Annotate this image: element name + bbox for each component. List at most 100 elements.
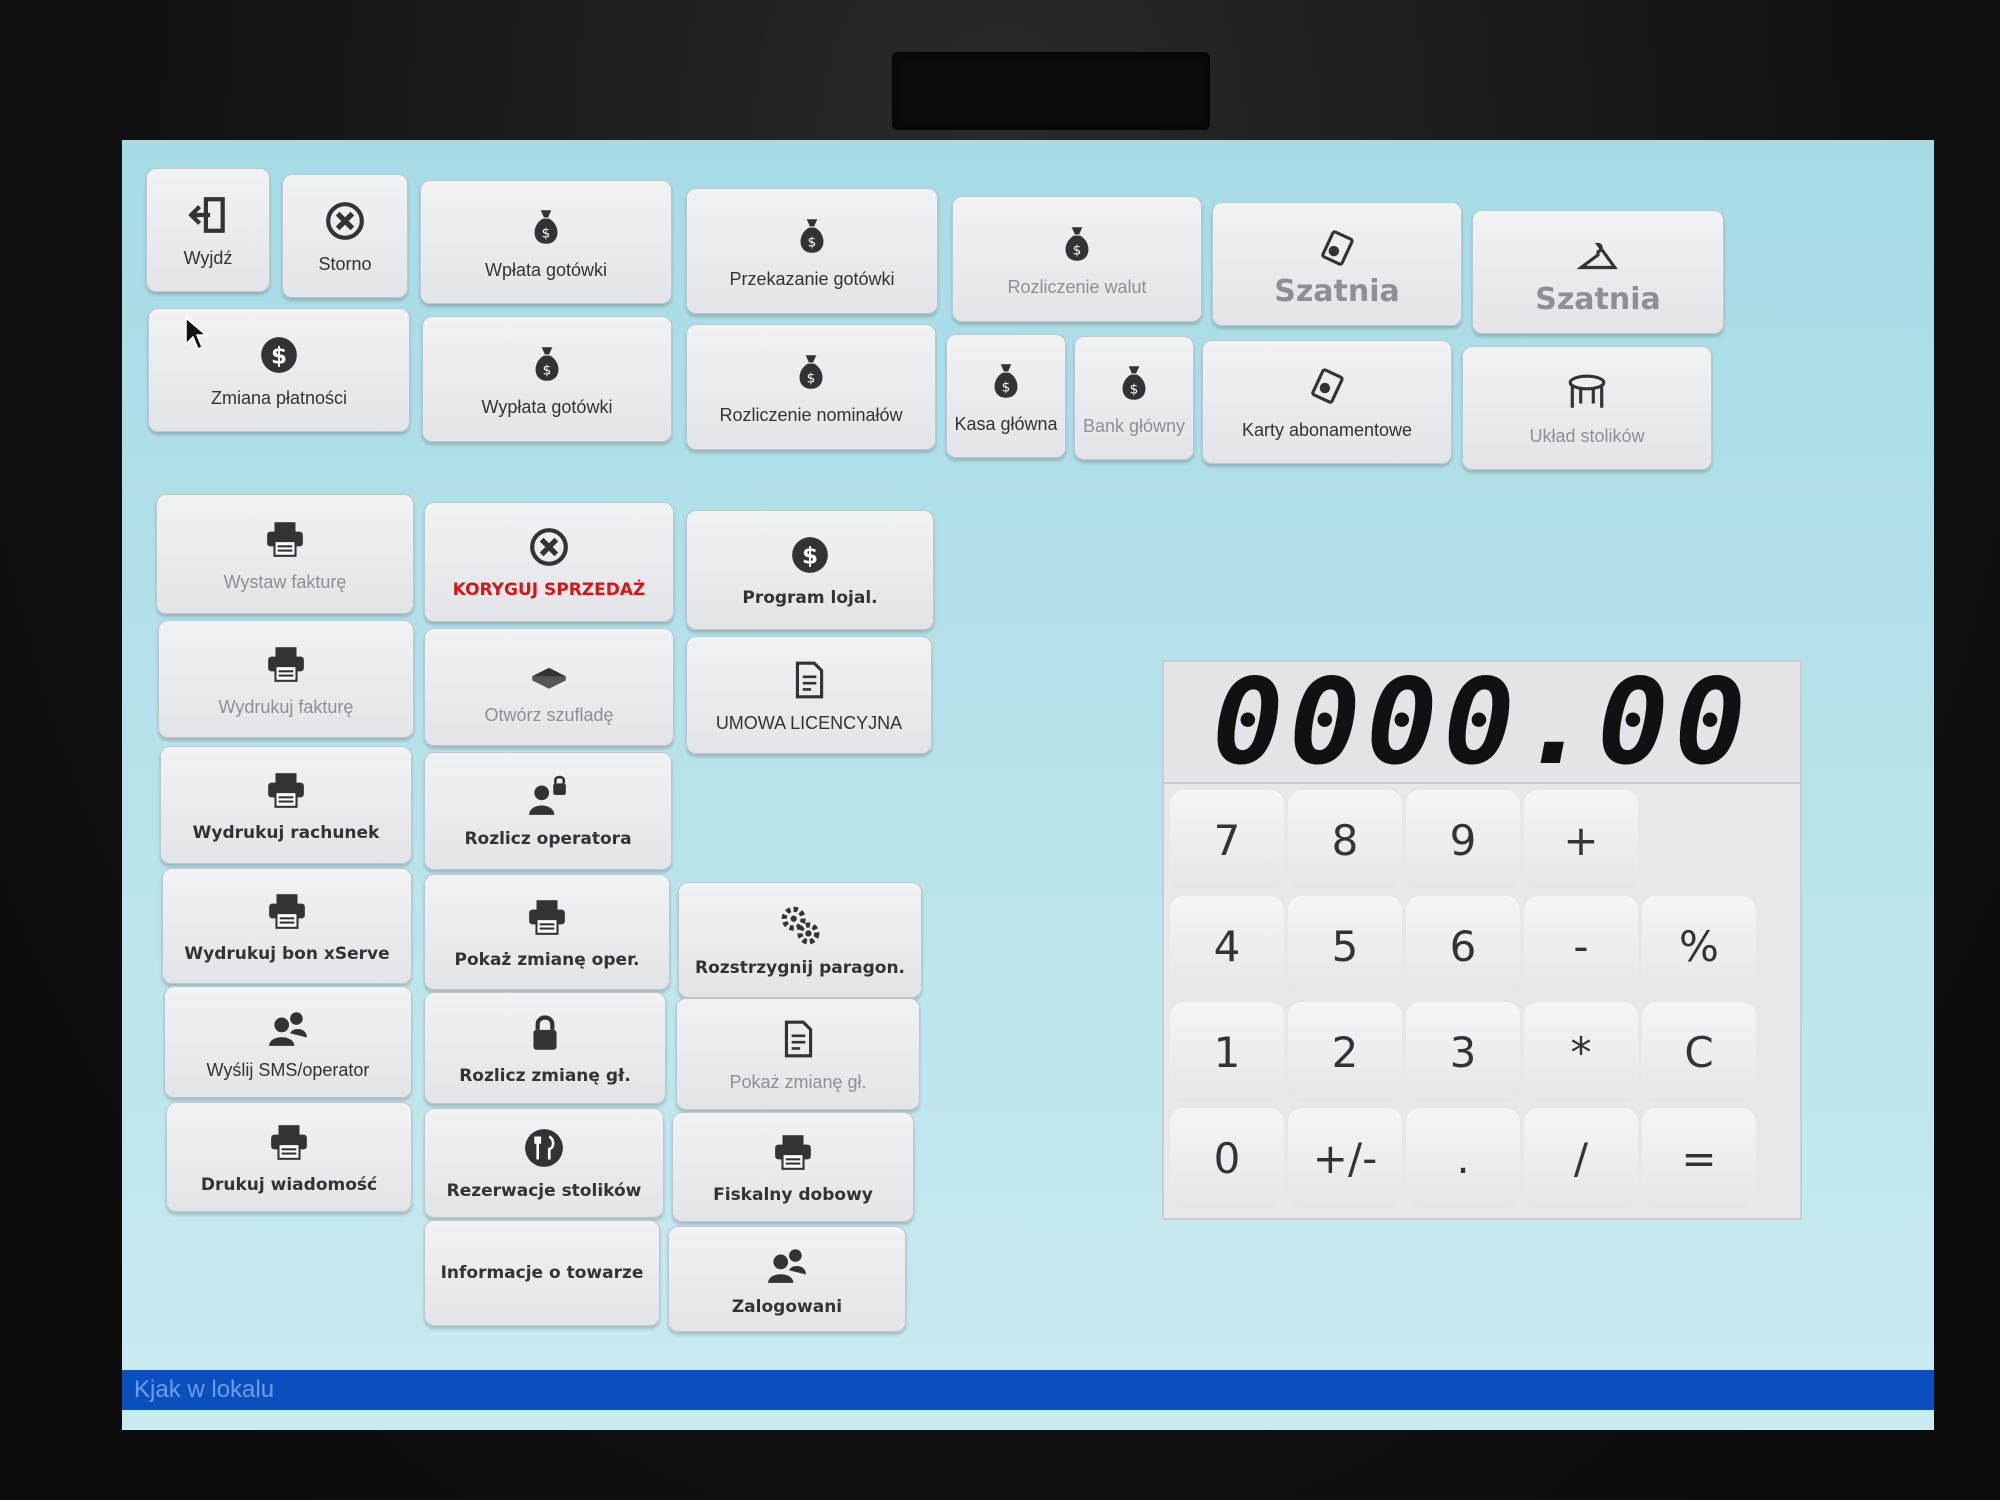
key-plus[interactable]: + (1524, 790, 1638, 890)
rozlicz-zmiane-gl-label: Rozlicz zmianę gł. (459, 1066, 631, 1086)
resolve-receipt-button[interactable]: Rozstrzygnij paragon. (678, 882, 922, 998)
denomination-settlement-button[interactable]: $ Rozliczenie nominałów (686, 324, 936, 450)
uklad-stolikow-label: Układ stolików (1529, 426, 1645, 446)
printer-icon (526, 894, 568, 940)
cloakroom-hanger-button[interactable]: Szatnia (1472, 210, 1724, 334)
svg-text:$: $ (1130, 382, 1139, 398)
key-9[interactable]: 9 (1406, 790, 1520, 890)
informacje-o-towarze-label: Informacje o towarze (440, 1263, 644, 1283)
key-sign[interactable]: +/- (1288, 1108, 1402, 1208)
svg-text:$: $ (1002, 380, 1011, 396)
cancel-circle-icon (324, 198, 366, 244)
key-8[interactable]: 8 (1288, 790, 1402, 890)
key-3[interactable]: 3 (1406, 1002, 1520, 1102)
zalogowani-label: Zalogowani (731, 1297, 843, 1317)
money-bag-icon: $ (526, 341, 568, 387)
currency-settlement-button[interactable]: $ Rozliczenie walut (952, 196, 1202, 322)
printer-icon (265, 767, 307, 813)
key-7[interactable]: 7 (1170, 790, 1284, 890)
storno-button[interactable]: Storno (282, 174, 408, 298)
cutlery-icon (523, 1125, 565, 1171)
wyjdz-label: Wyjdź (183, 248, 233, 268)
key-percent[interactable]: % (1642, 896, 1756, 996)
settle-operator-button[interactable]: Rozlicz operatora (424, 752, 672, 870)
wplata-gotowki-label: Wpłata gotówki (484, 260, 608, 280)
szatnia-2-label: Szatnia (1535, 282, 1661, 317)
pokaz-zmiane-gl-label: Pokaż zmianę gł. (729, 1072, 867, 1092)
cash-transfer-button[interactable]: $ Przekazanie gotówki (686, 188, 938, 314)
wyplata-gotowki-label: Wypłata gotówki (481, 397, 613, 417)
money-bag-icon: $ (1113, 360, 1155, 406)
daily-fiscal-report-button[interactable]: Fiskalny dobowy (672, 1112, 914, 1222)
key-divide[interactable]: / (1524, 1108, 1638, 1208)
users-icon (766, 1241, 808, 1287)
svg-text:$: $ (1073, 243, 1082, 259)
main-bank-button[interactable]: $ Bank główny (1074, 336, 1194, 460)
product-info-button[interactable]: Informacje o towarze (424, 1220, 660, 1326)
mouse-cursor-icon (185, 316, 208, 351)
print-invoice-button[interactable]: Wydrukuj fakturę (158, 620, 414, 738)
issue-invoice-button[interactable]: Wystaw fakturę (156, 494, 414, 614)
key-5[interactable]: 5 (1288, 896, 1402, 996)
printer-icon (266, 888, 308, 934)
money-bag-icon: $ (1056, 221, 1098, 267)
printer-icon (772, 1129, 814, 1175)
svg-text:$: $ (807, 371, 816, 387)
status-bar: Kjak w lokalu (122, 1370, 1934, 1410)
key-0[interactable]: 0 (1170, 1108, 1284, 1208)
document-icon (788, 657, 830, 703)
key-clear[interactable]: C (1642, 1002, 1756, 1102)
rozliczenie-walut-label: Rozliczenie walut (1007, 277, 1147, 297)
settle-main-shift-button[interactable]: Rozlicz zmianę gł. (424, 992, 666, 1104)
cancel-circle-icon (528, 524, 570, 570)
logged-in-users-button[interactable]: Zalogowani (668, 1226, 906, 1332)
users-icon (267, 1004, 309, 1050)
print-bill-button[interactable]: Wydrukuj rachunek (160, 746, 412, 864)
dollar-coin-icon: $ (258, 332, 300, 378)
cloakroom-button[interactable]: Szatnia (1212, 202, 1462, 326)
main-cash-button[interactable]: $ Kasa główna (946, 334, 1066, 458)
cash-withdrawal-button[interactable]: $ Wypłata gotówki (422, 316, 672, 442)
key-multiply[interactable]: * (1524, 1002, 1638, 1102)
card-icon (1306, 364, 1348, 410)
open-drawer-button[interactable]: Otwórz szufladę (424, 628, 674, 746)
subscription-cards-button[interactable]: Karty abonamentowe (1202, 340, 1452, 464)
show-operator-shift-button[interactable]: Pokaż zmianę oper. (424, 874, 670, 990)
document-icon (777, 1016, 819, 1062)
hanger-icon (1577, 234, 1619, 280)
exit-icon (187, 192, 229, 238)
cash-deposit-button[interactable]: $ Wpłata gotówki (420, 180, 672, 304)
pokaz-zmiane-oper-label: Pokaż zmianę oper. (454, 950, 640, 970)
key-6[interactable]: 6 (1406, 896, 1520, 996)
wydrukuj-bon-xserve-label: Wydrukuj bon xServe (184, 944, 390, 964)
dollar-coin-icon: $ (789, 532, 831, 578)
key-decimal[interactable]: . (1406, 1108, 1520, 1208)
show-main-shift-button[interactable]: Pokaż zmianę gł. (676, 998, 920, 1110)
key-2[interactable]: 2 (1288, 1002, 1402, 1102)
umowa-licencyjna-label: UMOWA LICENCYJNA (715, 713, 903, 733)
szatnia-1-label: Szatnia (1274, 274, 1400, 309)
license-agreement-button[interactable]: UMOWA LICENCYJNA (686, 636, 932, 754)
key-4[interactable]: 4 (1170, 896, 1284, 996)
svg-text:$: $ (808, 235, 817, 251)
money-bag-icon: $ (525, 204, 567, 250)
key-equals[interactable]: = (1642, 1108, 1756, 1208)
drawer-icon (528, 649, 570, 695)
table-reservations-button[interactable]: Rezerwacje stolików (424, 1108, 664, 1218)
print-xserve-voucher-button[interactable]: Wydrukuj bon xServe (162, 868, 412, 984)
money-bag-icon: $ (791, 213, 833, 259)
printer-icon (264, 516, 306, 562)
key-1[interactable]: 1 (1170, 1002, 1284, 1102)
gears-icon (779, 902, 821, 948)
table-layout-button[interactable]: Układ stolików (1462, 346, 1712, 470)
user-lock-icon (527, 773, 569, 819)
key-minus[interactable]: - (1524, 896, 1638, 996)
lock-icon (524, 1010, 566, 1056)
loyalty-program-button[interactable]: $ Program lojal. (686, 510, 934, 630)
correct-sale-button[interactable]: KORYGUJ SPRZEDAŻ (424, 502, 674, 622)
print-message-button[interactable]: Drukuj wiadomość (166, 1102, 412, 1212)
send-sms-button[interactable]: Wyślij SMS/operator (164, 986, 412, 1098)
svg-text:$: $ (271, 343, 287, 369)
svg-text:$: $ (543, 363, 552, 379)
exit-button[interactable]: Wyjdź (146, 168, 270, 292)
